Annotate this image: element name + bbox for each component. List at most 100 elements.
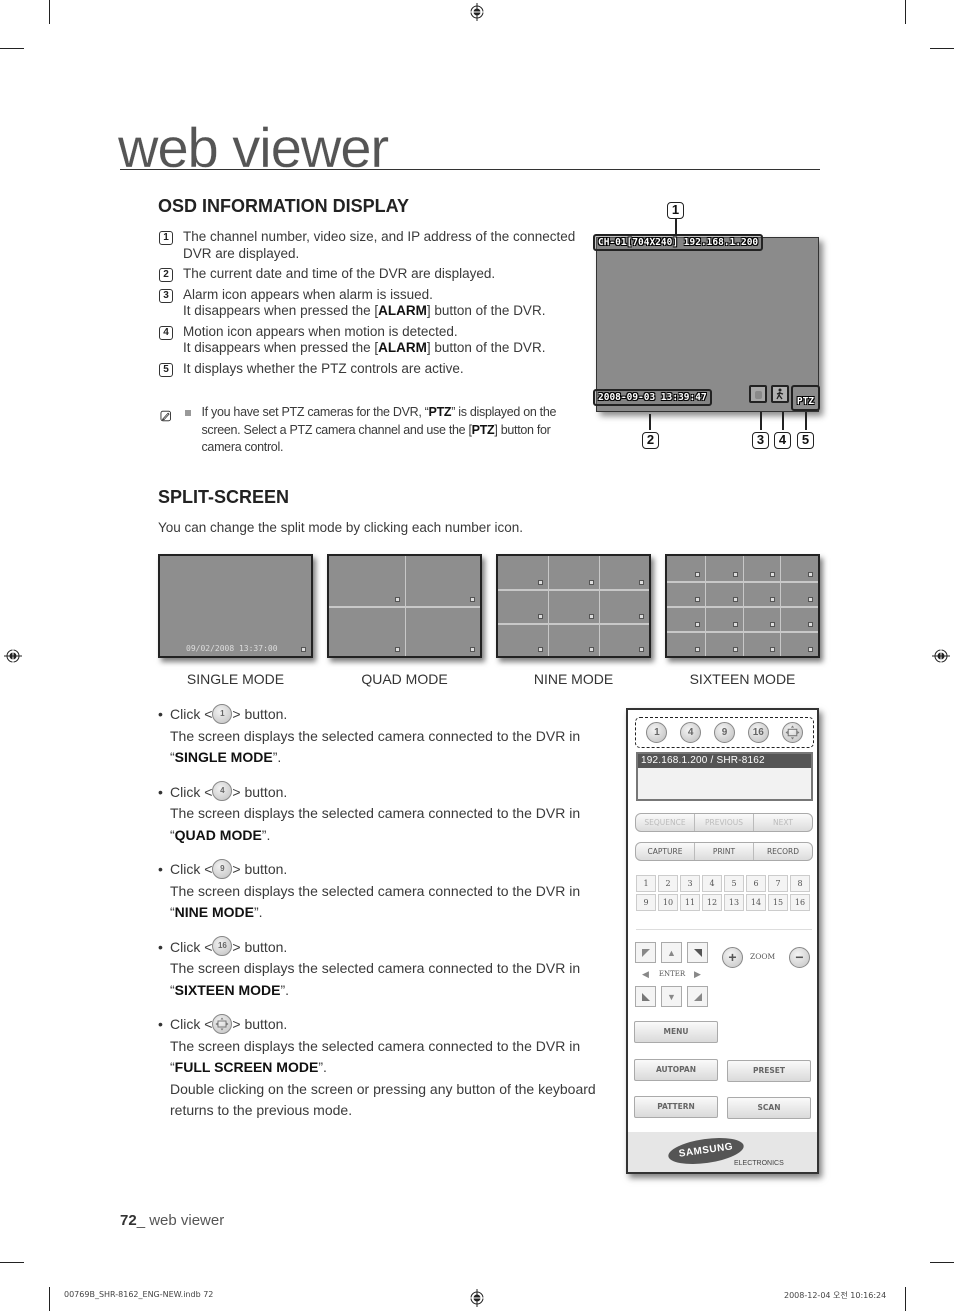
motion-icon	[808, 572, 813, 577]
split-intro: You can change the split mode by clickin…	[158, 520, 523, 535]
channel-button[interactable]: 9	[636, 894, 656, 911]
channel-button[interactable]: 7	[768, 875, 788, 892]
page-number: 72	[120, 1212, 137, 1229]
instruction-click: > button.	[232, 861, 288, 877]
channel-button[interactable]: 8	[790, 875, 810, 892]
fullscreen-button[interactable]	[781, 722, 803, 743]
grid-line	[667, 631, 818, 633]
ptz-up-button[interactable]: ▲	[661, 942, 682, 963]
instruction-desc: The screen displays the selected camera …	[170, 805, 581, 821]
print-button[interactable]: PRINT	[695, 843, 754, 860]
brand-subtitle: ELECTRONICS	[734, 1160, 784, 1167]
ptz-down-left-button[interactable]	[635, 986, 656, 1007]
channel-info-overlay: CH-01[704X240] 192.168.1.200	[593, 234, 764, 251]
record-button[interactable]: RECORD	[754, 843, 812, 860]
channel-button[interactable]: 1	[636, 875, 656, 892]
crop-mark	[0, 48, 24, 49]
arrow-down-icon: ▼	[667, 991, 676, 1002]
channel-button[interactable]: 2	[658, 875, 678, 892]
note-box: If you have set PTZ cameras for the DVR,…	[160, 404, 580, 457]
arrow-up-icon: ▲	[667, 947, 676, 958]
mode-16-button[interactable]: 16	[747, 722, 769, 743]
instruction-fullscreen: Click < > button. The screen displays the…	[158, 1013, 598, 1122]
grid-line	[598, 556, 600, 656]
osd-item: 2 The current date and time of the DVR a…	[158, 266, 583, 283]
mode-name: FULL SCREEN MODE	[174, 1059, 319, 1075]
instruction-click: Click <	[170, 861, 213, 877]
grid-line	[498, 589, 649, 592]
ptz-direction-pad: ▲ ◀ ENTER ▶ ▼	[635, 942, 709, 1007]
motion-icon	[732, 572, 738, 577]
preset-button[interactable]: PRESET	[727, 1060, 811, 1082]
mode-1-inline-icon: 1	[212, 703, 233, 724]
channel-button[interactable]: 6	[746, 875, 766, 892]
arrow-right-icon: ▶	[694, 969, 701, 979]
channel-button[interactable]: 4	[702, 875, 722, 892]
mode-1-button[interactable]: 1	[646, 722, 668, 743]
dvr-list-item[interactable]: 192.168.1.200 / SHR-8162	[638, 754, 811, 768]
single-mode-time-overlay: 09/02/2008 13:37:00	[186, 644, 278, 653]
autopan-button[interactable]: AUTOPAN	[634, 1059, 718, 1081]
channel-button[interactable]: 11	[680, 894, 700, 911]
channel-button[interactable]: 13	[724, 894, 744, 911]
sixteen-mode-thumbnail	[665, 554, 820, 658]
previous-button[interactable]: PREVIOUS	[695, 814, 754, 831]
capture-button[interactable]: CAPTURE	[636, 843, 695, 860]
channel-button[interactable]: 15	[768, 894, 788, 911]
ptz-up-right-button[interactable]	[687, 942, 708, 963]
motion-icon	[808, 597, 813, 602]
quad-mode-label: QUAD MODE	[361, 671, 448, 687]
motion-icon	[732, 622, 738, 627]
single-mode-thumbnail: 09/02/2008 13:37:00	[158, 554, 313, 658]
channel-button[interactable]: 14	[746, 894, 766, 911]
pattern-button[interactable]: PATTERN	[634, 1096, 718, 1118]
ptz-down-button[interactable]: ▼	[661, 986, 682, 1007]
capture-action-group: CAPTURE PRINT RECORD	[635, 842, 813, 861]
arrow-left-icon: ◀	[642, 969, 649, 979]
motion-icon	[770, 622, 776, 627]
item-text: Motion icon appears when motion is detec…	[183, 324, 583, 357]
sequence-button[interactable]: SEQUENCE	[636, 814, 695, 831]
ptz-down-right-button[interactable]	[687, 986, 708, 1007]
item-line: It disappears when pressed the [	[183, 340, 379, 355]
channel-button[interactable]: 5	[724, 875, 744, 892]
instruction-single: Click <1> button. The screen displays th…	[158, 703, 598, 769]
mode-name: NINE MODE	[174, 904, 255, 920]
fullscreen-inline-icon	[212, 1013, 233, 1034]
motion-icon	[694, 647, 700, 652]
motion-icon	[694, 572, 700, 577]
channel-button[interactable]: 3	[680, 875, 700, 892]
osd-item: 3 Alarm icon appears when alarm is issue…	[158, 287, 583, 320]
callout-line	[649, 414, 651, 430]
channel-button[interactable]: 16	[790, 894, 810, 911]
dvr-list[interactable]: 192.168.1.200 / SHR-8162	[636, 752, 813, 801]
grid-line	[498, 622, 649, 625]
ptz-enter-button[interactable]: ENTER	[657, 964, 687, 985]
zoom-out-button[interactable]: −	[789, 947, 810, 968]
print-timestamp: 2008-12-04 오전 10:16:24	[784, 1291, 887, 1300]
zoom-in-button[interactable]: +	[722, 947, 743, 968]
motion-icon	[538, 647, 544, 652]
scan-button[interactable]: SCAN	[727, 1097, 811, 1119]
channel-button[interactable]: 12	[702, 894, 722, 911]
title-rule	[120, 169, 820, 170]
motion-icon	[301, 647, 306, 652]
mode-9-button[interactable]: 9	[713, 722, 735, 743]
motion-icon	[808, 647, 813, 652]
next-button[interactable]: NEXT	[754, 814, 812, 831]
panel-divider	[636, 929, 812, 930]
ptz-right-button[interactable]: ▶	[687, 964, 708, 985]
motion-icon	[394, 647, 400, 652]
motion-icon	[394, 597, 400, 602]
item-number: 1	[159, 231, 173, 245]
mode-4-button[interactable]: 4	[680, 722, 702, 743]
instruction-click: Click <	[170, 1016, 213, 1032]
grid-line	[548, 556, 550, 656]
channel-button[interactable]: 10	[658, 894, 678, 911]
menu-button[interactable]: MENU	[634, 1021, 718, 1043]
mode-name: SINGLE MODE	[174, 749, 273, 765]
ptz-left-button[interactable]: ◀	[635, 964, 656, 985]
ptz-up-left-button[interactable]	[635, 942, 656, 963]
osd-heading: OSD INFORMATION DISPLAY	[158, 196, 410, 216]
crop-mark	[49, 0, 50, 24]
